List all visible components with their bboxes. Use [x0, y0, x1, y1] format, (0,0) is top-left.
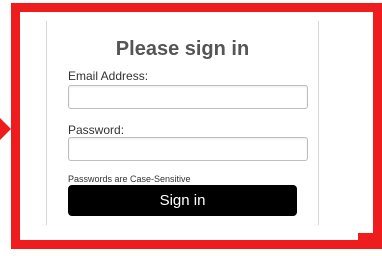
email-label: Email Address:	[68, 69, 149, 83]
sign-in-button[interactable]: Sign in	[68, 185, 297, 216]
password-field[interactable]	[68, 137, 308, 161]
email-field[interactable]	[68, 85, 308, 109]
password-label: Password:	[68, 123, 125, 137]
page-title: Please sign in	[115, 38, 250, 60]
sign-in-panel: Please sign in Email Address: Password: …	[46, 21, 319, 225]
annotation-frame-tail	[358, 233, 382, 242]
annotation-arrow-tip	[0, 118, 11, 140]
annotation-frame-bottom	[36, 241, 358, 245]
case-sensitive-note: Passwords are Case-Sensitive	[68, 174, 191, 184]
